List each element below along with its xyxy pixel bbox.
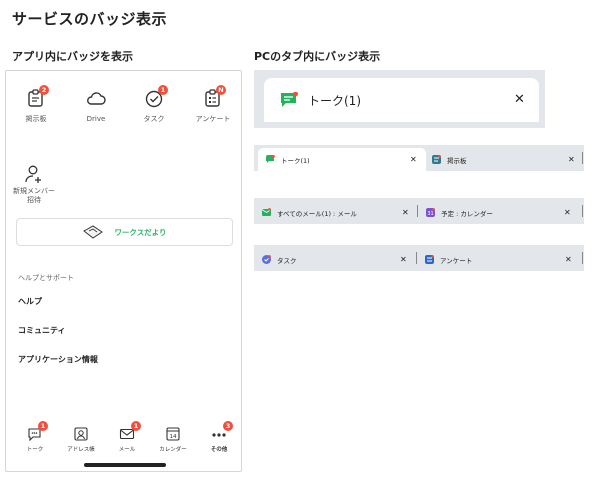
tab-separator [582, 152, 583, 164]
tab-calendar[interactable]: 14 カレンダー [153, 426, 193, 453]
pc-tab-board[interactable]: 掲示板 ✕ [424, 148, 582, 171]
tab-mail[interactable]: 1 メール [107, 421, 147, 453]
invite-label: 新規メンバー 招待 [13, 187, 55, 204]
works-news-label: ワークスだより [114, 227, 167, 237]
calendar-day: 14 [170, 434, 177, 440]
mail-icon [262, 208, 271, 216]
service-label: 掲示板 [25, 115, 47, 123]
close-icon[interactable]: ✕ [410, 155, 417, 164]
board-icon: 2 [25, 85, 49, 109]
pc-tab-talk-large[interactable]: トーク(1) ✕ [264, 78, 539, 122]
app-screen: 2 掲示板 Drive 1 タスク N アンケート 新規メンバー 招待 ワークス… [5, 70, 242, 472]
tab-address-book[interactable]: アドレス帳 [61, 426, 101, 453]
help-item-community[interactable]: コミュニティ [18, 325, 66, 336]
badge: 2 [39, 85, 49, 95]
help-header: ヘルプとサポート [18, 274, 74, 282]
calendar-icon: 14 [165, 426, 181, 441]
close-icon[interactable]: ✕ [400, 255, 407, 264]
page-title: サービスのバッジ表示 [12, 10, 168, 28]
service-label: Drive [86, 115, 106, 123]
pc-tab-strip-3: タスク ✕ アンケート ✕ [254, 245, 584, 271]
tab-label: トーク [26, 447, 44, 453]
pc-tab-calendar[interactable]: 31 予定 : カレンダー ✕ [418, 201, 582, 224]
close-icon[interactable]: ✕ [564, 208, 571, 217]
badge: 3 [223, 421, 233, 431]
service-label: アンケート [195, 115, 231, 123]
badge: 1 [131, 421, 141, 431]
talk-icon [266, 155, 275, 163]
tab-title: 掲示板 [447, 156, 467, 165]
tab-title: タスク [277, 256, 297, 265]
home-indicator [84, 463, 166, 467]
tab-label: その他 [210, 447, 228, 453]
service-board[interactable]: 2 掲示板 [12, 85, 60, 124]
calendar-icon: 31 [426, 208, 435, 217]
pc-tab-mail[interactable]: すべてのメール(1) : メール ✕ [254, 201, 416, 224]
service-survey[interactable]: N アンケート [189, 85, 237, 124]
tab-title: トーク(1) [308, 94, 361, 108]
survey-icon: N [202, 85, 226, 109]
more-icon: 3 [211, 421, 233, 440]
newspaper-icon [83, 225, 104, 239]
pc-tab-strip-2: すべてのメール(1) : メール ✕ 31 予定 : カレンダー ✕ [254, 198, 584, 224]
pc-tab-strip-1: トーク(1) ✕ 掲示板 ✕ [254, 145, 584, 171]
board-icon [432, 155, 441, 164]
close-icon[interactable]: ✕ [402, 208, 409, 217]
pc-tab-zoom: トーク(1) ✕ [254, 70, 545, 128]
tab-title: 予定 : カレンダー [441, 209, 493, 218]
tab-talk[interactable]: 1 トーク [15, 421, 55, 453]
tab-separator [582, 205, 583, 217]
invite-member[interactable]: 新規メンバー 招待 [10, 163, 58, 205]
close-icon[interactable]: ✕ [514, 92, 525, 107]
pc-tab-talk[interactable]: トーク(1) ✕ [258, 148, 426, 171]
help-item-help[interactable]: ヘルプ [18, 296, 42, 307]
talk-icon [281, 92, 298, 107]
section-title-pc: PCのタブ内にバッジ表示 [254, 50, 381, 63]
add-user-icon [23, 163, 45, 185]
section-title-app: アプリ内にバッジを表示 [12, 50, 133, 63]
svg-text:31: 31 [427, 211, 433, 217]
tab-more[interactable]: 3 その他 [199, 421, 239, 453]
tab-label: メール [118, 447, 136, 453]
help-item-app-info[interactable]: アプリケーション情報 [18, 354, 98, 365]
service-drive[interactable]: Drive [72, 87, 120, 124]
tab-title: トーク(1) [281, 156, 310, 165]
close-icon[interactable]: ✕ [568, 155, 575, 164]
task-check-icon: 1 [143, 85, 168, 109]
tab-title: アンケート [440, 256, 473, 265]
pc-tab-task[interactable]: タスク ✕ [254, 248, 414, 271]
mail-icon: 1 [119, 421, 141, 440]
tab-separator [582, 252, 583, 264]
task-icon [262, 255, 271, 264]
badge: 1 [38, 421, 48, 431]
address-book-icon [73, 426, 89, 441]
badge: 1 [158, 85, 168, 95]
badge: N [216, 85, 226, 95]
survey-icon [425, 255, 434, 264]
close-icon[interactable]: ✕ [565, 255, 572, 264]
service-label: タスク [143, 115, 165, 123]
service-task[interactable]: 1 タスク [130, 85, 178, 124]
pc-tab-survey[interactable]: アンケート ✕ [417, 248, 582, 271]
works-news-button[interactable]: ワークスだより [16, 218, 233, 246]
tab-label: カレンダー [159, 447, 187, 453]
bottom-tab-bar: 1 トーク アドレス帳 1 メール 14 カレンダー 3 その他 [6, 420, 241, 454]
cloud-icon [85, 87, 107, 109]
tab-title: すべてのメール(1) : メール [277, 209, 357, 218]
chat-icon: 1 [27, 421, 48, 442]
tab-label: アドレス帳 [67, 447, 95, 453]
